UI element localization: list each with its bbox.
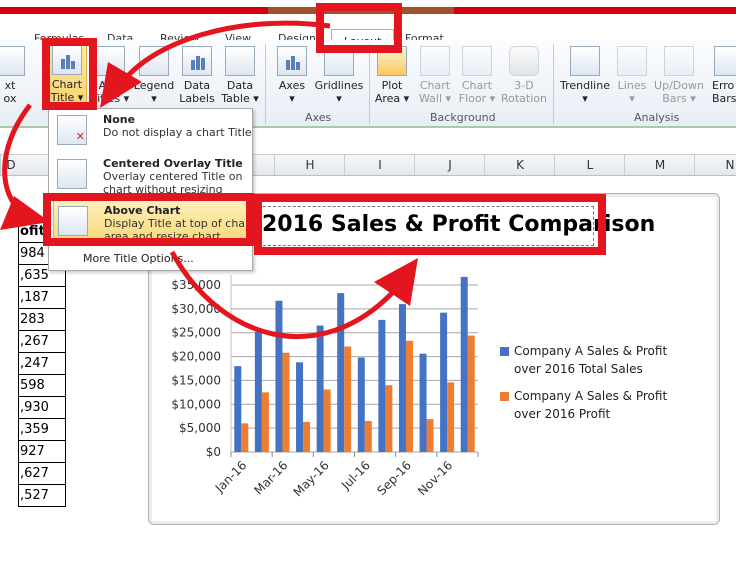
arrowhead — [374, 258, 418, 306]
arrowhead — [0, 196, 50, 230]
annotation-arrows — [0, 20, 418, 339]
arrow-charttitle-to-abovechart — [2, 103, 32, 214]
arrow-layout-to-charttitle — [115, 20, 331, 90]
arrow-abovechart-to-title — [169, 250, 397, 339]
